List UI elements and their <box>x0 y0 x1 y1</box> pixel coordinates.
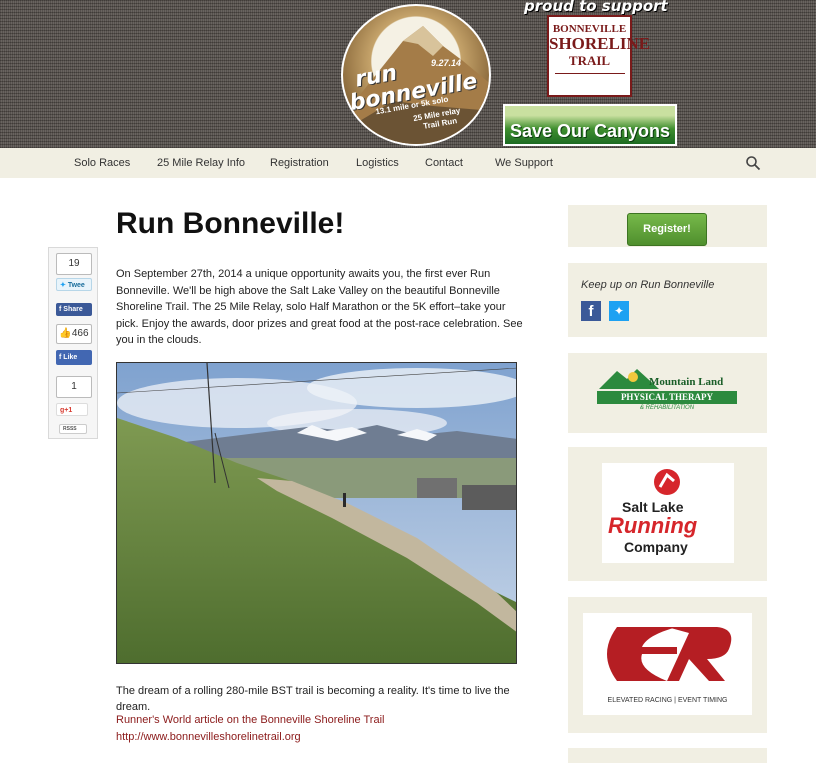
intro-paragraph: On September 27th, 2014 a unique opportu… <box>116 268 523 346</box>
like-count: 466 <box>71 328 89 339</box>
keep-up-text: Keep up on Run Bonneville <box>581 279 715 291</box>
search-icon[interactable] <box>745 155 761 171</box>
nav-item-we-support[interactable]: We Support <box>495 157 553 169</box>
save-our-canyons-logo[interactable]: Save Our Canyons <box>503 104 677 146</box>
slrc-runner-icon <box>654 469 680 495</box>
mountain-land-name: Mountain Land <box>649 376 724 388</box>
mountain-land-widget: Mountain Land PHYSICAL THERAPY & REHABIL… <box>568 353 767 433</box>
nav-item-logistics[interactable]: Logistics <box>356 157 399 169</box>
gplus-button[interactable]: g+1 <box>56 403 88 416</box>
fb-like-button[interactable]: f Like <box>56 350 92 365</box>
bst-logo[interactable]: BONNEVILLE SHORELINE TRAIL <box>547 15 651 97</box>
rss-button[interactable]: RSSS <box>59 424 87 434</box>
mountain-land-sub2: & REHABILITATION <box>639 405 695 411</box>
register-widget: Register! <box>568 205 767 247</box>
like-count-box: 👍466 <box>56 324 92 344</box>
site-header: 9.27.14 run bonneville 13.1 mile or 5k s… <box>0 0 816 148</box>
facebook-icon[interactable]: f <box>581 301 601 321</box>
facebook-icon: f <box>59 306 62 313</box>
like-label: Like <box>63 354 78 361</box>
bst-divider <box>554 73 625 74</box>
nav-item-contact[interactable]: Contact <box>425 157 463 169</box>
next-widget <box>568 748 767 763</box>
slrc-line-2: Running <box>608 513 698 538</box>
mountain-land-logo[interactable]: Mountain Land PHYSICAL THERAPY & REHABIL… <box>597 367 737 417</box>
facebook-like-icon: f <box>59 354 62 361</box>
nav-item-relay-info[interactable]: 25 Mile Relay Info <box>157 157 245 169</box>
tweet-label: Twee <box>67 282 85 289</box>
fb-share-label: Share <box>63 306 83 313</box>
er-logo[interactable]: ELEVATED RACING | EVENT TIMING <box>583 613 752 715</box>
proud-to-support-text: proud to support <box>524 0 668 15</box>
thumbs-up-icon: 👍 <box>59 328 72 339</box>
er-widget: ELEVATED RACING | EVENT TIMING <box>568 597 767 733</box>
bst-website-link[interactable]: http://www.bonnevilleshorelinetrail.org <box>116 731 301 743</box>
er-caption: ELEVATED RACING | EVENT TIMING <box>607 697 728 704</box>
slrc-widget: Salt Lake Running Company <box>568 447 767 581</box>
bst-line-3: TRAIL <box>568 53 611 68</box>
tweet-button[interactable]: ✦ Twee <box>56 278 92 291</box>
page-title: Run Bonneville! <box>116 207 345 240</box>
social-widget: Keep up on Run Bonneville f ✦ <box>568 263 767 337</box>
register-button[interactable]: Register! <box>627 213 707 246</box>
trail-landscape-image <box>117 363 516 663</box>
dream-paragraph: The dream of a rolling 280-mile BST trai… <box>116 685 510 713</box>
logo-date: 9.27.14 <box>431 58 462 68</box>
mountain-land-sub: PHYSICAL THERAPY <box>597 391 737 404</box>
main-nav: Solo Races 25 Mile Relay Info Registrati… <box>0 148 816 178</box>
slrc-line-3: Company <box>624 539 688 555</box>
twitter-icon[interactable]: ✦ <box>609 301 629 321</box>
trail-photo <box>116 362 517 664</box>
slrc-logo[interactable]: Salt Lake Running Company <box>602 463 734 563</box>
twitter-bird-icon: ✦ <box>60 282 66 289</box>
run-bonneville-logo[interactable]: 9.27.14 run bonneville 13.1 mile or 5k s… <box>341 4 491 146</box>
gplus-label: +1 <box>64 407 73 414</box>
bst-line-2: SHORELINE <box>549 34 651 53</box>
runners-world-link[interactable]: Runner's World article on the Bonneville… <box>116 714 384 726</box>
nav-item-solo-races[interactable]: Solo Races <box>74 157 130 169</box>
nav-item-registration[interactable]: Registration <box>270 157 329 169</box>
tweet-count: 19 <box>56 253 92 275</box>
fb-share-button[interactable]: f Share <box>56 303 92 316</box>
share-sidebar: 19 ✦ Twee f Share 👍466 f Like 1 g+1 RSSS <box>48 247 98 439</box>
er-logo-mark <box>607 627 732 681</box>
gplus-count: 1 <box>56 376 92 398</box>
